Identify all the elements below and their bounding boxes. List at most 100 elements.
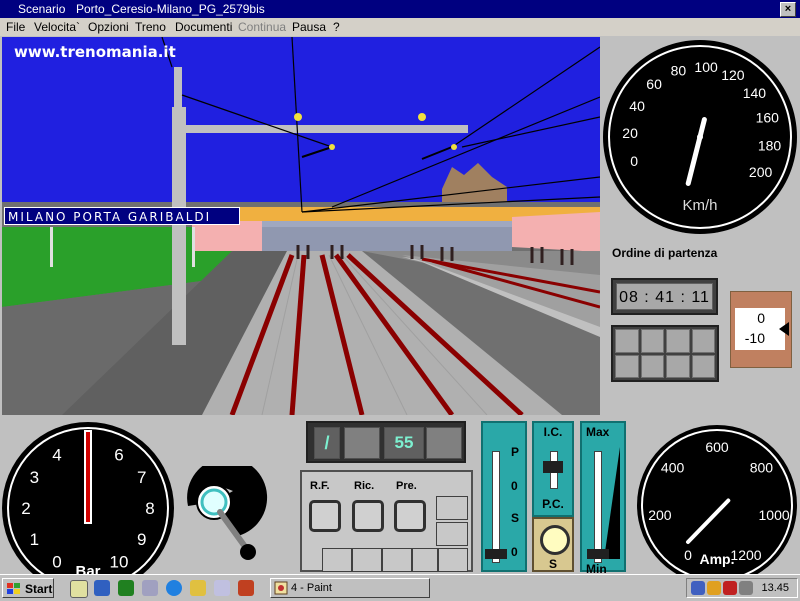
gauge-tick-label: 40 (629, 98, 645, 114)
title-bar: Scenario Porto_Ceresio-Milano_PG_2579bis… (0, 0, 800, 18)
panel-cell (322, 548, 352, 572)
quicklaunch-icon[interactable] (238, 580, 254, 596)
gauge-tick-label: 400 (661, 460, 685, 476)
speedometer: 0 20 40 60 80 100 120 140 160 180 200 Km/h (601, 38, 799, 236)
panel-cell (352, 548, 382, 572)
grid-cell (691, 354, 715, 378)
tray-icon[interactable] (723, 581, 737, 595)
gauge-tick-label: 8 (145, 499, 154, 518)
ammeter: 0 200 400 600 800 1000 1200 Amp. (636, 424, 798, 585)
indicator-number: 55 (384, 427, 424, 459)
gauge-tick-label: 9 (137, 530, 146, 549)
menu-documenti[interactable]: Documenti (175, 18, 232, 36)
power-slider[interactable] (587, 549, 609, 559)
gauge-tick-label: 10 (110, 553, 129, 572)
menu-treno[interactable]: Treno (135, 18, 166, 36)
gauge-tick-label: 600 (705, 439, 729, 455)
pos-letter-0: 0 (511, 479, 518, 493)
paint-icon (274, 581, 288, 595)
volume-icon[interactable] (739, 581, 753, 595)
indicator-panel: / 55 (306, 421, 466, 463)
max-min-panel: Max Min (580, 421, 626, 576)
pc-label: P.C. (542, 497, 564, 511)
panel-cell (436, 522, 468, 546)
grid-cell (640, 329, 664, 353)
gauge-tick-label: 0 (684, 547, 692, 563)
gauge-tick-label: 180 (758, 137, 782, 153)
gradient-pointer-icon (779, 322, 789, 336)
quicklaunch-icon[interactable] (190, 580, 206, 596)
rf-button[interactable] (309, 500, 341, 532)
quicklaunch-icon[interactable] (118, 580, 134, 596)
position-track (492, 451, 500, 563)
ric-label: Ric. (354, 480, 375, 492)
departure-time: 08 : 41 : 11 (616, 283, 713, 310)
ric-button[interactable] (352, 500, 384, 532)
menu-file[interactable]: File (6, 18, 25, 36)
gauge-tick-label: 3 (30, 468, 39, 487)
departure-clock: 08 : 41 : 11 (611, 278, 718, 315)
control-panel: R.F. Ric. Pre. (300, 470, 473, 572)
browser-icon[interactable] (166, 580, 182, 596)
gauge-tick-label: 120 (721, 67, 745, 83)
tray-icon[interactable] (707, 581, 721, 595)
close-button[interactable]: × (780, 2, 796, 17)
quicklaunch-icon[interactable] (142, 580, 158, 596)
grid-cell (666, 354, 690, 378)
station-sign: MILANO PORTA GARIBALDI (4, 207, 240, 225)
gauge-tick-label: 200 (648, 507, 672, 523)
start-button[interactable]: Start (2, 578, 54, 598)
panel-cell (438, 548, 468, 572)
grid-cell (640, 354, 664, 378)
rf-label: R.F. (310, 480, 330, 492)
signal-grid (611, 325, 719, 382)
taskbar-item-paint[interactable]: 4 - Paint (270, 578, 430, 598)
gauge-tick-label: 80 (671, 62, 687, 78)
grid-cell (615, 329, 639, 353)
departure-label: Ordine di partenza (612, 246, 718, 260)
gradient-indicator: 0 -10 (730, 291, 792, 368)
panel-cell (382, 548, 412, 572)
indicator-cell (426, 427, 462, 459)
pos-letter-0b: 0 (511, 545, 518, 559)
position-panel: P 0 S 0 (481, 421, 527, 572)
grid-cell (666, 329, 690, 353)
window-title-left: Scenario (18, 2, 66, 16)
site-watermark: www.trenomania.it (14, 43, 176, 61)
ic-pc-switch[interactable] (543, 461, 563, 473)
max-label: Max (586, 425, 610, 439)
gauge-tick-label: 1 (30, 530, 39, 549)
quicklaunch-icon[interactable] (94, 580, 110, 596)
gauge-tick-label: 200 (749, 164, 773, 180)
gauge-tick-label: 4 (52, 445, 61, 464)
gauge-tick-label: 100 (694, 59, 718, 75)
position-slider[interactable] (485, 549, 507, 559)
gauge-tick-label: 1000 (759, 507, 790, 523)
menu-continua[interactable]: Continua (238, 18, 286, 36)
pre-button[interactable] (394, 500, 426, 532)
gradient-display: 0 -10 (735, 308, 785, 350)
s-button[interactable] (540, 525, 570, 555)
indicator-cell (344, 427, 380, 459)
gauge-tick-label: 2 (21, 499, 30, 518)
menu-help[interactable]: ? (333, 18, 340, 36)
pos-letter-p: P (511, 445, 520, 459)
menu-bar: File Velocita` Opzioni Treno Documenti C… (0, 18, 800, 36)
windows-logo-icon (7, 583, 20, 594)
gauge-tick-label: 1200 (730, 547, 761, 563)
track-scene (2, 37, 600, 415)
pre-label: Pre. (396, 480, 417, 492)
gauge-tick-label: 0 (630, 153, 638, 169)
menu-velocita[interactable]: Velocita` (34, 18, 80, 36)
quicklaunch-icon[interactable] (214, 580, 230, 596)
menu-pausa[interactable]: Pausa (292, 18, 326, 36)
quicklaunch-icon[interactable] (70, 580, 88, 598)
power-wedge-icon (604, 447, 620, 559)
brake-lever[interactable] (178, 457, 268, 566)
ic-label: I.C. (543, 425, 563, 439)
tray-icon[interactable] (691, 581, 705, 595)
menu-opzioni[interactable]: Opzioni (88, 18, 129, 36)
start-label: Start (25, 582, 53, 596)
gauge-tick-label: 20 (622, 125, 638, 141)
gradient-value-top: 0 (757, 310, 765, 326)
